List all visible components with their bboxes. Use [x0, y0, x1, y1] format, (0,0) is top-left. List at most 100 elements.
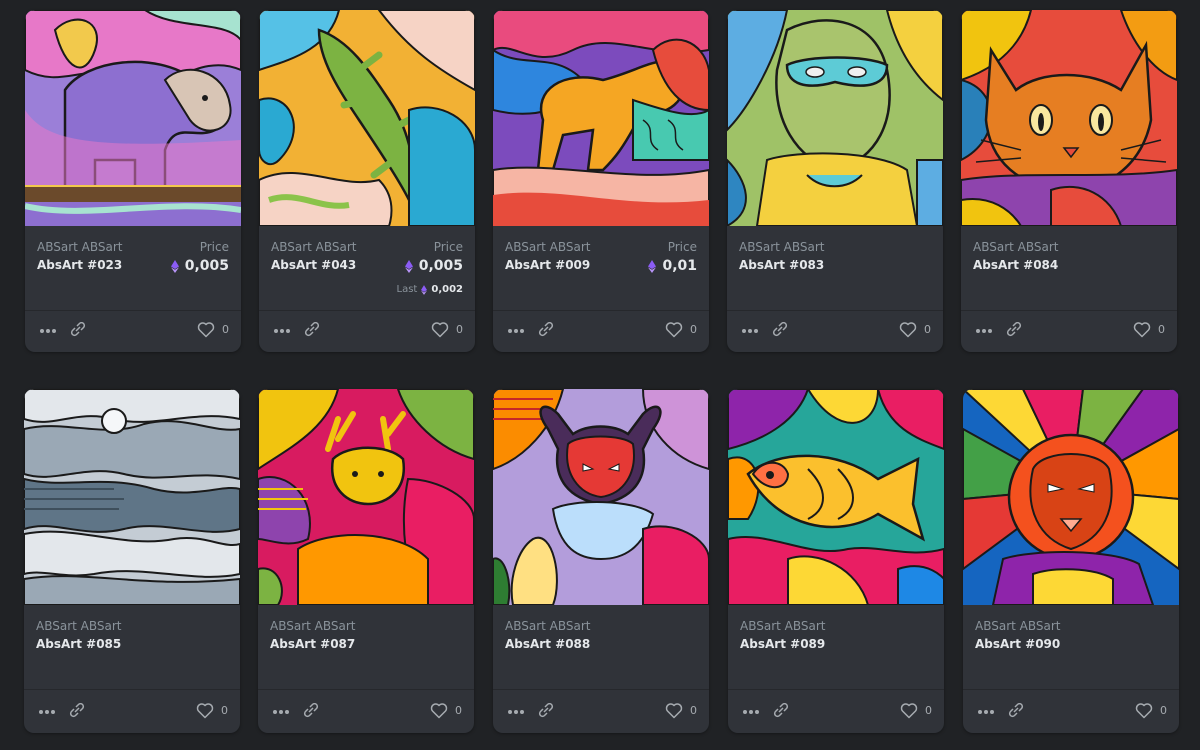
card-info: ABSart ABSart AbsArt #023 Price 0,005 [25, 226, 241, 311]
collection-name[interactable]: ABSart ABSart [271, 240, 357, 254]
link-icon[interactable] [69, 322, 87, 338]
favorite-button[interactable]: 0 [899, 321, 931, 338]
collection-name[interactable]: ABSart ABSart [505, 619, 591, 633]
nft-name[interactable]: AbsArt #087 [270, 637, 355, 651]
more-dots-icon[interactable] [272, 705, 290, 719]
nft-card[interactable]: ABSart ABSart AbsArt #087 0 [258, 389, 474, 733]
card-footer: 0 [727, 310, 943, 352]
nft-name[interactable]: AbsArt #084 [973, 258, 1058, 272]
card-info: ABSart ABSart AbsArt #043 Price 0,005 La… [259, 226, 475, 311]
like-count: 0 [690, 704, 697, 717]
nft-artwork-image[interactable] [258, 389, 474, 605]
ethereum-icon [421, 284, 428, 295]
nft-card[interactable]: ABSart ABSart AbsArt #085 0 [24, 389, 240, 733]
more-dots-icon[interactable] [742, 705, 760, 719]
more-dots-icon[interactable] [38, 705, 56, 719]
nft-card[interactable]: ABSart ABSart AbsArt #084 0 [961, 10, 1177, 352]
nft-artwork-image[interactable] [493, 10, 709, 226]
nft-card[interactable]: ABSart ABSart AbsArt #083 0 [727, 10, 943, 352]
nft-name[interactable]: AbsArt #043 [271, 258, 356, 272]
nft-card[interactable]: ABSart ABSart AbsArt #088 0 [493, 389, 709, 733]
more-dots-icon[interactable] [741, 324, 759, 338]
card-info: ABSart ABSart AbsArt #009 Price 0,01 [493, 226, 709, 311]
nft-artwork-image[interactable] [963, 389, 1179, 605]
collection-name[interactable]: ABSart ABSart [270, 619, 356, 633]
favorite-button[interactable]: 0 [431, 321, 463, 338]
nft-artwork-image[interactable] [961, 10, 1177, 226]
collection-name[interactable]: ABSart ABSart [36, 619, 122, 633]
nft-name[interactable]: AbsArt #083 [739, 258, 824, 272]
heart-icon [900, 703, 918, 719]
collection-name[interactable]: ABSart ABSart [975, 619, 1061, 633]
price-label: Price [667, 240, 697, 254]
favorite-button[interactable]: 0 [1135, 702, 1167, 719]
collection-name[interactable]: ABSart ABSart [505, 240, 591, 254]
heart-icon [197, 322, 215, 338]
nft-name[interactable]: AbsArt #089 [740, 637, 825, 651]
card-footer: 0 [259, 310, 475, 352]
nft-card[interactable]: ABSart ABSart AbsArt #023 Price 0,005 0 [25, 10, 241, 352]
collection-name[interactable]: ABSart ABSart [740, 619, 826, 633]
favorite-button[interactable]: 0 [1133, 321, 1165, 338]
more-dots-icon[interactable] [39, 324, 57, 338]
like-count: 0 [455, 704, 462, 717]
more-dots-icon[interactable] [507, 324, 525, 338]
link-icon[interactable] [537, 322, 555, 338]
link-icon[interactable] [537, 703, 555, 719]
more-dots-icon[interactable] [975, 324, 993, 338]
more-dots-icon[interactable] [977, 705, 995, 719]
favorite-button[interactable]: 0 [665, 321, 697, 338]
nft-artwork-image[interactable] [24, 389, 240, 605]
like-count: 0 [221, 704, 228, 717]
link-icon[interactable] [68, 703, 86, 719]
nft-artwork-image[interactable] [493, 389, 709, 605]
nft-artwork-image[interactable] [727, 10, 943, 226]
link-icon[interactable] [303, 322, 321, 338]
like-count: 0 [924, 323, 931, 336]
nft-card[interactable]: ABSart ABSart AbsArt #043 Price 0,005 La… [259, 10, 475, 352]
card-footer: 0 [493, 310, 709, 352]
nft-card[interactable]: ABSart ABSart AbsArt #090 0 [963, 389, 1179, 733]
card-footer: 0 [25, 310, 241, 352]
favorite-button[interactable]: 0 [196, 702, 228, 719]
link-icon[interactable] [772, 703, 790, 719]
favorite-button[interactable]: 0 [430, 702, 462, 719]
last-sale-amount: 0,002 [431, 284, 463, 295]
more-dots-icon[interactable] [273, 324, 291, 338]
nft-name[interactable]: AbsArt #090 [975, 637, 1060, 651]
price-amount: 0,005 [184, 258, 229, 274]
favorite-button[interactable]: 0 [197, 321, 229, 338]
more-dots-icon[interactable] [507, 705, 525, 719]
heart-icon [430, 703, 448, 719]
nft-card[interactable]: ABSart ABSart AbsArt #089 0 [728, 389, 944, 733]
collection-name[interactable]: ABSart ABSart [973, 240, 1059, 254]
nft-name[interactable]: AbsArt #023 [37, 258, 122, 272]
nft-artwork-image[interactable] [728, 389, 944, 605]
nft-name[interactable]: AbsArt #088 [505, 637, 590, 651]
card-info: ABSart ABSart AbsArt #084 [961, 226, 1177, 311]
ethereum-icon [170, 259, 179, 273]
like-count: 0 [925, 704, 932, 717]
nft-name[interactable]: AbsArt #009 [505, 258, 590, 272]
price-value: 0,01 [648, 258, 697, 274]
card-info: ABSart ABSart AbsArt #089 [728, 605, 944, 690]
favorite-button[interactable]: 0 [900, 702, 932, 719]
nft-card[interactable]: ABSart ABSart AbsArt #009 Price 0,01 0 [493, 10, 709, 352]
collection-name[interactable]: ABSart ABSart [739, 240, 825, 254]
nft-name[interactable]: AbsArt #085 [36, 637, 121, 651]
link-icon[interactable] [771, 322, 789, 338]
favorite-button[interactable]: 0 [665, 702, 697, 719]
nft-artwork-image[interactable] [259, 10, 475, 226]
card-info: ABSart ABSart AbsArt #087 [258, 605, 474, 690]
price-label: Price [433, 240, 463, 254]
like-count: 0 [222, 323, 229, 336]
link-icon[interactable] [1007, 703, 1025, 719]
link-icon[interactable] [302, 703, 320, 719]
nft-artwork-image[interactable] [25, 10, 241, 226]
card-info: ABSart ABSart AbsArt #088 [493, 605, 709, 690]
collection-name[interactable]: ABSart ABSart [37, 240, 123, 254]
link-icon[interactable] [1005, 322, 1023, 338]
ethereum-icon [648, 259, 657, 273]
price-amount: 0,005 [418, 258, 463, 274]
last-sale: Last 0,002 [397, 284, 463, 295]
